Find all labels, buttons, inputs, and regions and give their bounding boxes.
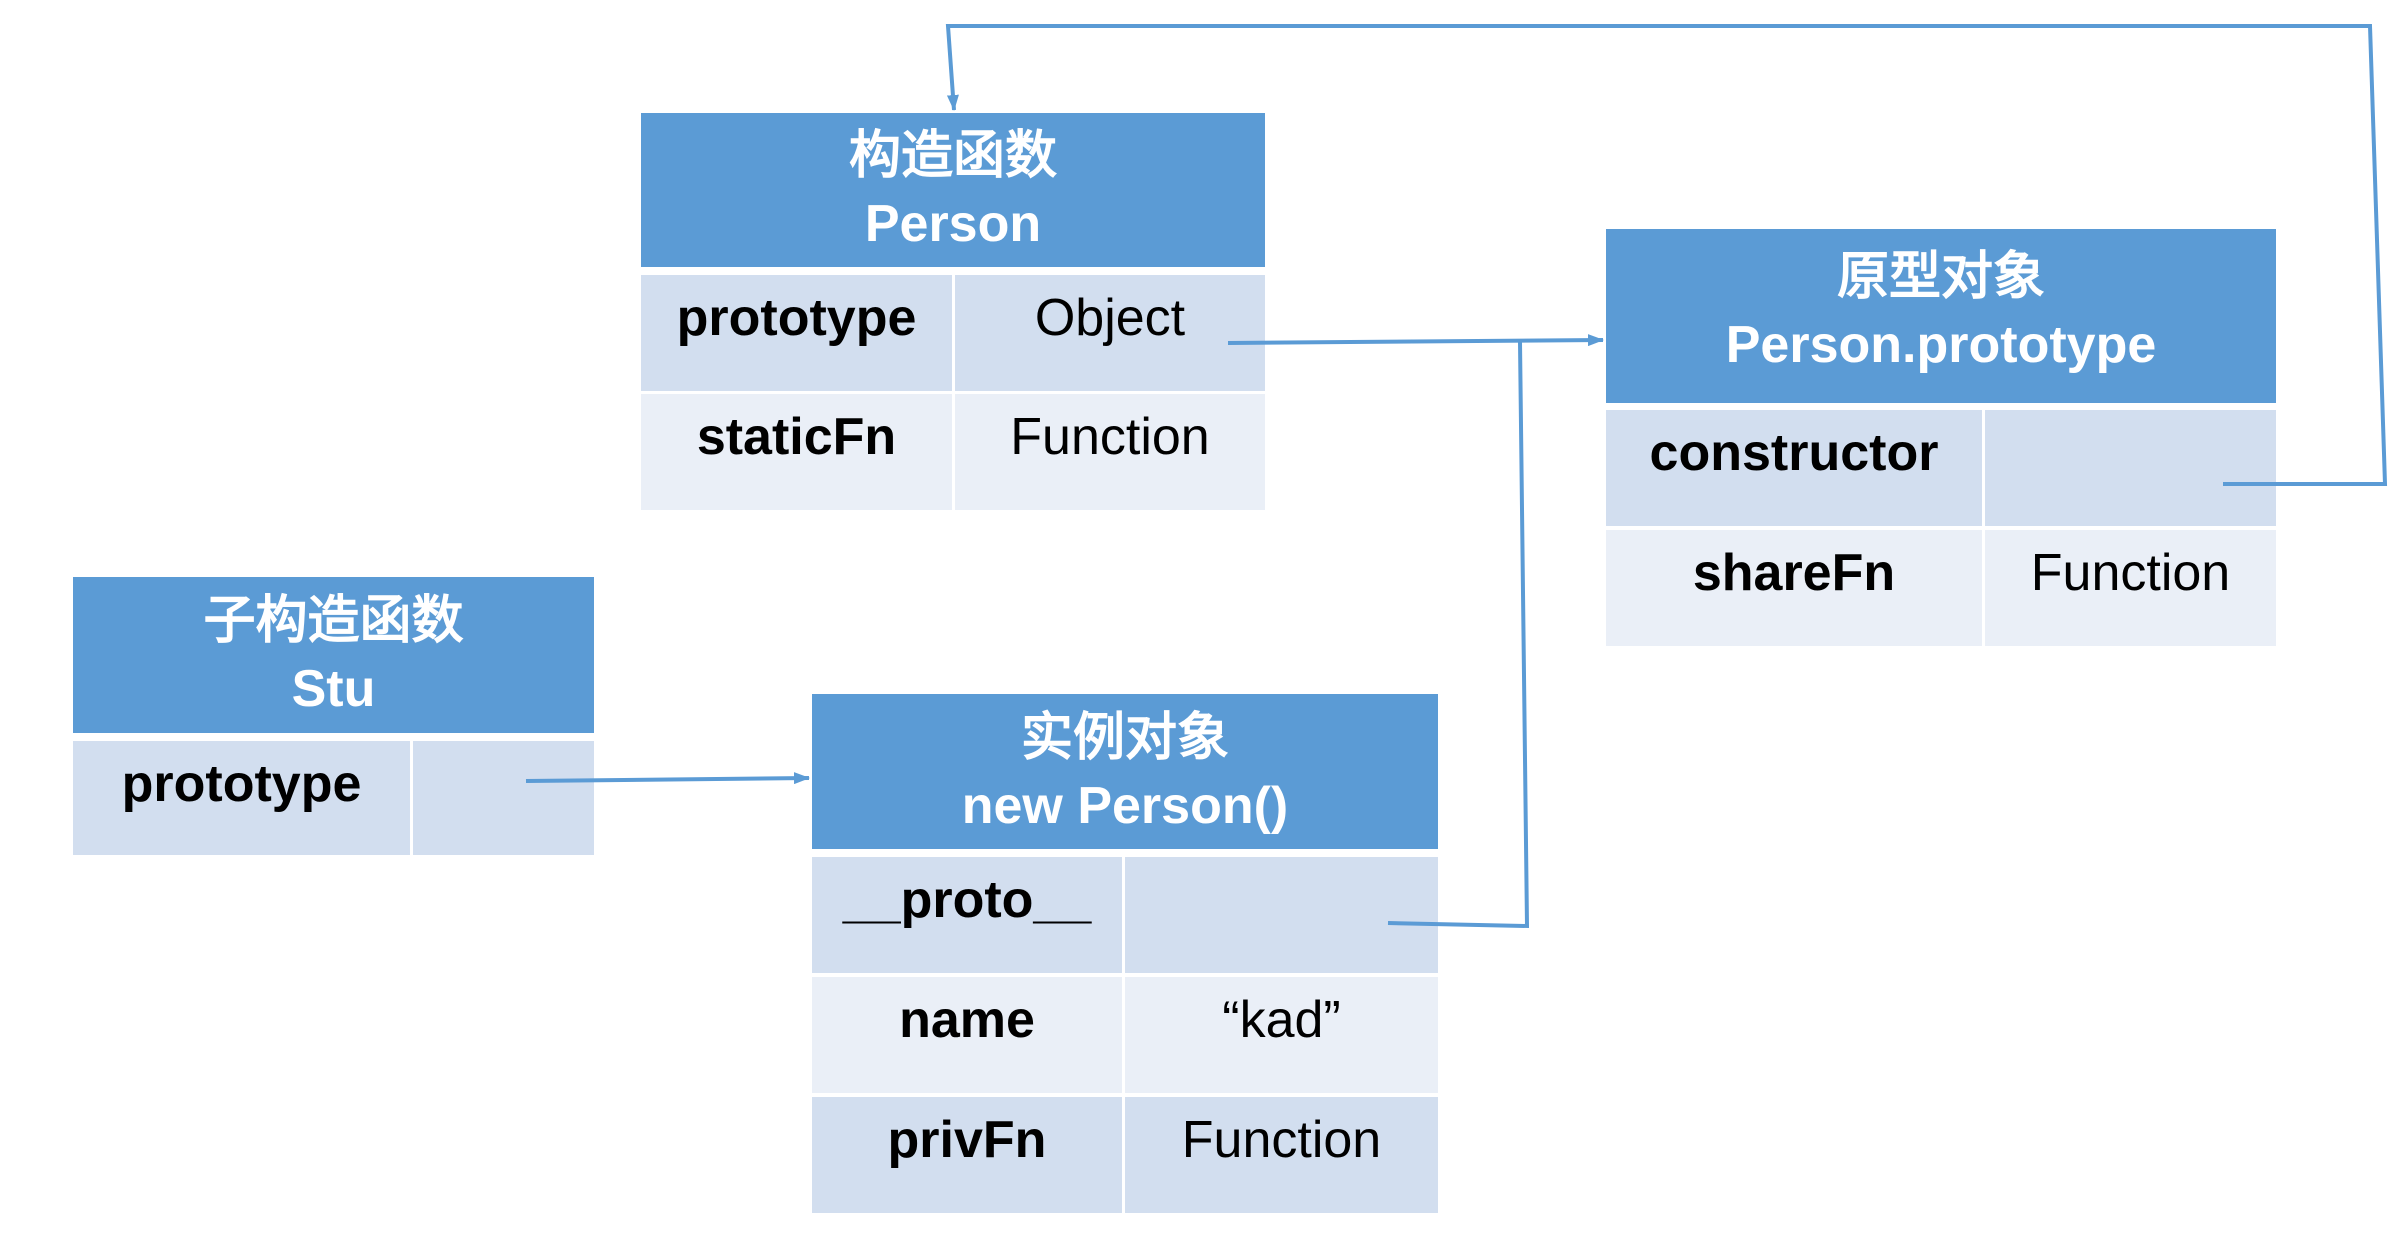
arrow-constructor-to-person xyxy=(945,24,2388,486)
arrow-stu-prototype-to-instance xyxy=(525,772,810,785)
arrow-instance-proto-to-prototype-object xyxy=(1387,341,1530,929)
connector-arrows xyxy=(525,24,2388,929)
arrow-person-prototype-to-prototype-object xyxy=(1227,334,1604,347)
